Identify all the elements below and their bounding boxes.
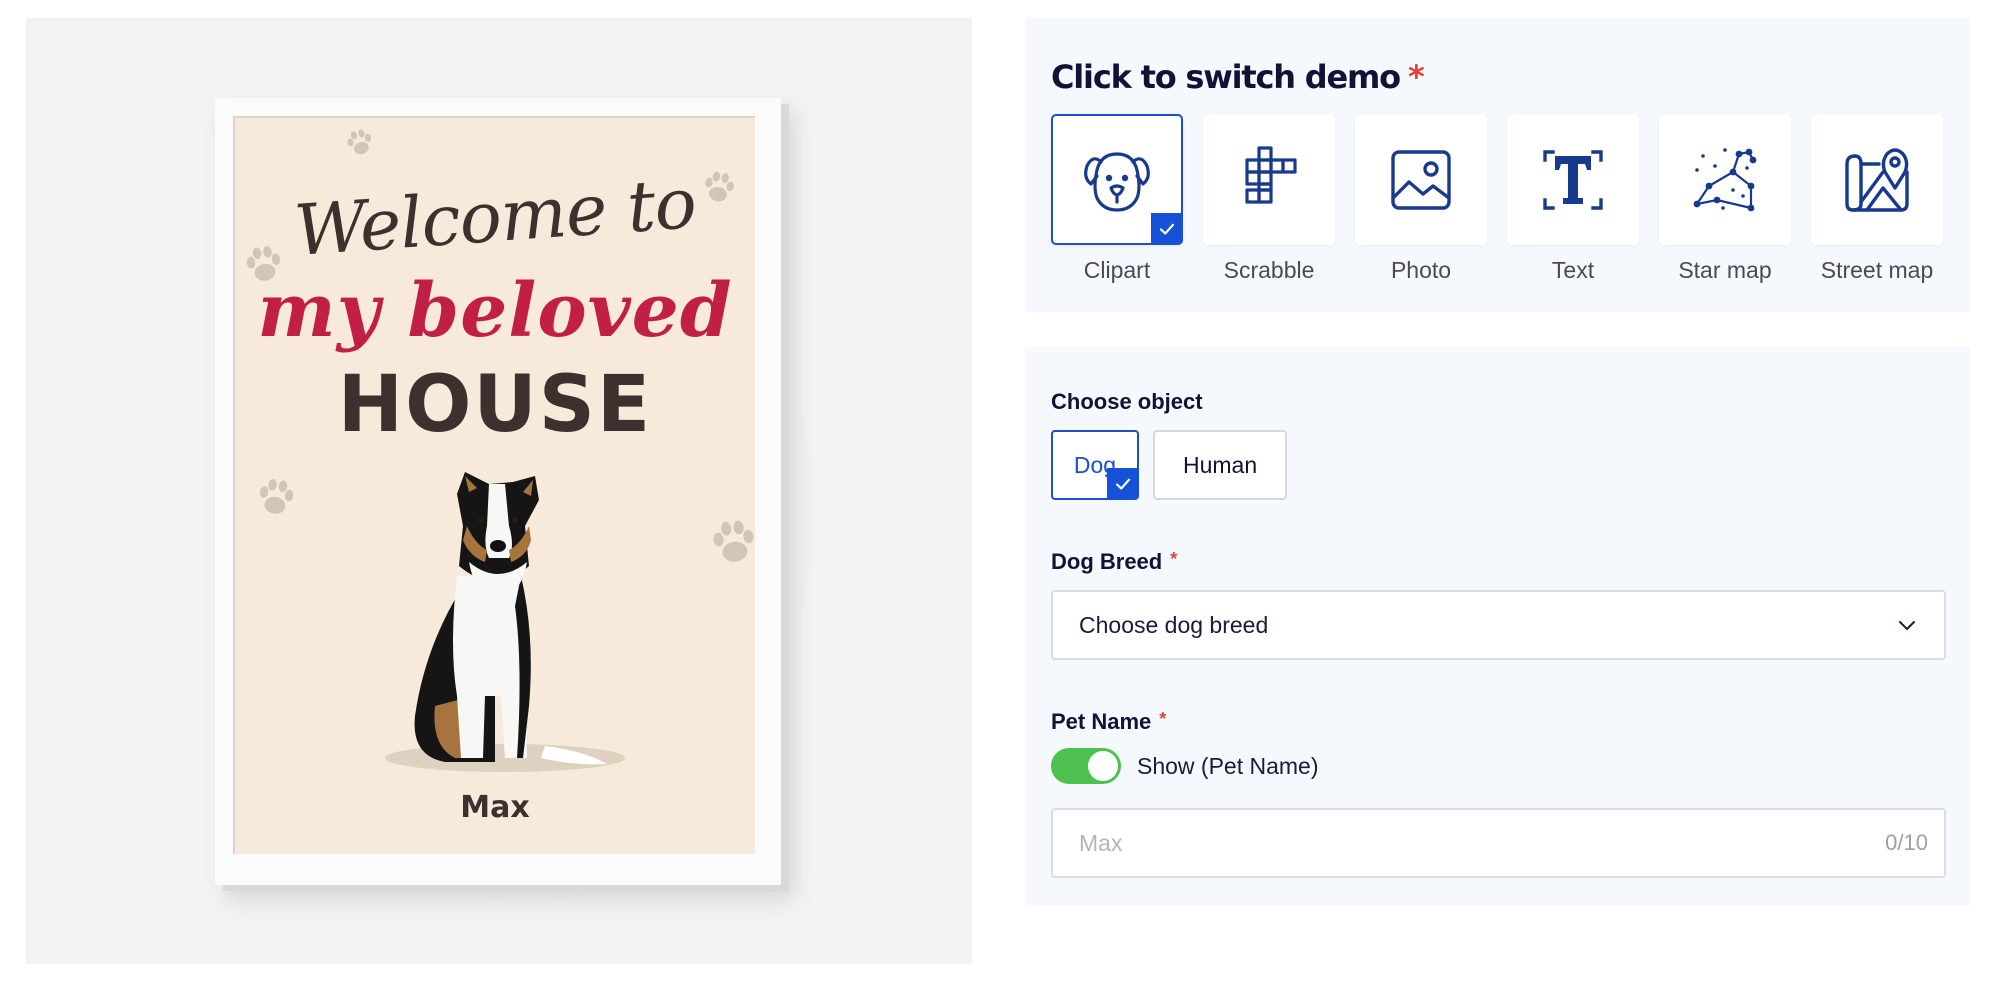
dog-breed-select-value: Choose dog breed	[1079, 611, 1269, 638]
poster-frame: Welcome to my beloved HOUSE Max	[215, 98, 781, 885]
chevron-down-icon	[1899, 621, 1915, 630]
demo-option-label: Text	[1551, 257, 1595, 283]
text-frame-icon	[1535, 142, 1611, 218]
show-pet-name-toggle[interactable]	[1051, 748, 1121, 784]
poster-line-house: HOUSE	[337, 360, 653, 450]
toggle-knob	[1088, 751, 1118, 781]
demo-card[interactable]	[1811, 114, 1943, 245]
demo-card[interactable]	[1355, 114, 1487, 245]
demo-card[interactable]	[1051, 114, 1183, 245]
show-pet-name-label: Show (Pet Name)	[1137, 752, 1319, 779]
object-option-human[interactable]: Human	[1153, 430, 1288, 500]
poster-line-beloved: my beloved	[257, 268, 733, 354]
pet-name-field: 0/10	[1051, 808, 1946, 878]
pet-name-label-text: Pet Name	[1051, 709, 1152, 734]
demo-card[interactable]	[1659, 114, 1791, 245]
character-counter: 0/10	[1885, 830, 1928, 855]
demo-option-label: Street map	[1820, 257, 1934, 283]
object-option-dog[interactable]: Dog	[1051, 430, 1139, 500]
demo-option-label: Star map	[1678, 257, 1772, 283]
required-asterisk: *	[1170, 549, 1178, 569]
selected-check-badge	[1107, 468, 1139, 500]
object-options: Dog Human	[1051, 430, 1288, 500]
demo-switcher-panel: Click to switch demo * Clipart Scrabble …	[1025, 18, 1970, 312]
demo-card[interactable]	[1507, 114, 1639, 245]
demo-option-photo[interactable]: Photo	[1355, 114, 1487, 284]
demo-option-star-map[interactable]: Star map	[1659, 114, 1791, 284]
demo-option-text[interactable]: Text	[1507, 114, 1639, 284]
map-pin-icon	[1839, 142, 1915, 218]
image-icon	[1383, 142, 1459, 218]
crossword-grid-icon	[1231, 142, 1307, 218]
paw-print-icon	[342, 125, 379, 162]
product-preview: Welcome to my beloved HOUSE Max	[26, 18, 972, 964]
demo-option-clipart[interactable]: Clipart	[1051, 114, 1183, 284]
demo-option-street-map[interactable]: Street map	[1811, 114, 1943, 284]
constellation-icon	[1687, 142, 1763, 218]
dog-breed-label-text: Dog Breed	[1051, 549, 1163, 574]
selected-check-badge	[1151, 213, 1183, 245]
paw-print-icon	[252, 473, 300, 522]
show-pet-name-row: Show (Pet Name)	[1051, 748, 1319, 784]
demo-switcher-title: Click to switch demo *	[1051, 58, 1425, 96]
demo-option-label: Clipart	[1083, 257, 1151, 283]
dog-face-icon	[1079, 142, 1155, 218]
poster: Welcome to my beloved HOUSE Max	[233, 116, 755, 854]
demo-options: Clipart Scrabble Photo Text Star map Str…	[1051, 114, 1943, 284]
customization-form-panel: Choose object Dog Human Dog Breed * Choos…	[1025, 347, 1970, 905]
pet-name-input[interactable]	[1079, 829, 1886, 857]
pet-name-label: Pet Name *	[1051, 709, 1166, 735]
paw-print-icon	[706, 514, 755, 573]
poster-line-welcome: Welcome to	[291, 162, 699, 272]
dog-illustration	[345, 466, 655, 776]
object-option-label: Human	[1183, 451, 1258, 478]
dog-breed-select[interactable]: Choose dog breed	[1051, 590, 1946, 660]
poster-pet-name: Max	[460, 790, 530, 825]
demo-option-label: Scrabble	[1223, 257, 1315, 283]
check-icon	[1115, 478, 1131, 490]
dog-breed-label: Dog Breed *	[1051, 549, 1177, 575]
required-asterisk: *	[1159, 709, 1167, 729]
choose-object-label: Choose object	[1051, 389, 1203, 414]
check-icon	[1159, 223, 1175, 235]
demo-card[interactable]	[1203, 114, 1335, 245]
demo-switcher-title-text: Click to switch demo	[1051, 58, 1401, 96]
demo-option-scrabble[interactable]: Scrabble	[1203, 114, 1335, 284]
required-asterisk: *	[1407, 58, 1425, 96]
demo-option-label: Photo	[1390, 257, 1452, 283]
